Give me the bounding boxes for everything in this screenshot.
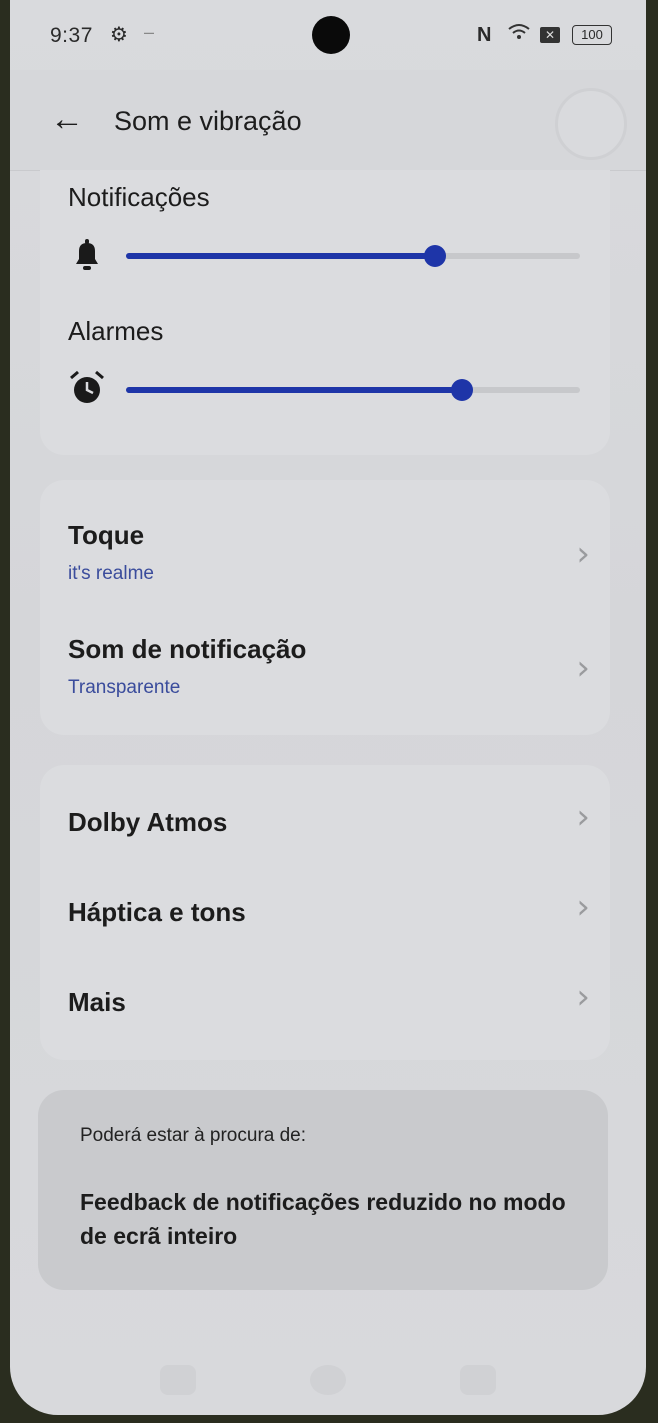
slider-fill [126, 253, 435, 259]
status-dash: – [144, 22, 155, 42]
suggestion-label: Poderá estar à procura de: [80, 1125, 307, 1146]
nav-home-hint [310, 1365, 346, 1395]
notification-x-icon: ✕ [540, 27, 560, 43]
suggestion-card: Poderá estar à procura de: Feedback de n… [38, 1090, 608, 1290]
volume-card: Notificações Alarmes [40, 170, 610, 455]
alarms-volume-slider[interactable] [126, 379, 580, 401]
notifications-label: Notificações [68, 182, 210, 212]
more-row[interactable]: Mais › [40, 957, 610, 1047]
nfc-icon: N [477, 24, 492, 46]
back-arrow-icon[interactable]: ← [50, 102, 84, 136]
haptics-row[interactable]: Háptica e tons › [40, 867, 610, 957]
sound-settings-card: Toque it's realme › Som de notificação T… [40, 480, 610, 735]
ringtone-subtitle: it's realme [68, 563, 154, 584]
nav-recents-hint [160, 1365, 196, 1395]
screen: 9:37 ⚙ – N ✕ 100 ← Som e vibração Notifi… [10, 0, 646, 1415]
dolby-atmos-title: Dolby Atmos [68, 807, 228, 837]
chevron-right-icon: › [576, 887, 590, 927]
header-action-circle[interactable] [555, 88, 627, 160]
suggestion-link[interactable]: Feedback de notificações reduzido no mod… [80, 1185, 590, 1253]
slider-thumb[interactable] [423, 245, 446, 267]
slider-fill [126, 387, 462, 393]
phone-frame: 9:37 ⚙ – N ✕ 100 ← Som e vibração Notifi… [0, 0, 658, 1423]
app-header: ← Som e vibração [10, 70, 646, 171]
chevron-right-icon: › [576, 977, 590, 1017]
nav-back-hint [460, 1365, 496, 1395]
notification-sound-subtitle: Transparente [68, 677, 181, 698]
chevron-right-icon: › [576, 534, 590, 574]
notification-sound-row[interactable]: Som de notificação Transparente › [40, 605, 610, 730]
front-camera [312, 16, 350, 54]
dolby-atmos-row[interactable]: Dolby Atmos › [40, 777, 610, 867]
ringtone-row[interactable]: Toque it's realme › [40, 480, 610, 605]
battery-icon: 100 [572, 25, 612, 45]
alarm-clock-icon [68, 369, 106, 407]
wifi-icon [507, 22, 531, 48]
chevron-right-icon: › [576, 648, 590, 688]
status-bar: 9:37 ⚙ – N ✕ 100 [10, 0, 646, 70]
ringtone-title: Toque [68, 520, 145, 550]
chevron-right-icon: › [576, 797, 590, 837]
gear-icon: ⚙ [110, 24, 128, 46]
status-time: 9:37 [50, 24, 93, 47]
slider-thumb[interactable] [450, 379, 473, 401]
notification-sound-title: Som de notificação [68, 634, 307, 664]
notifications-volume-slider[interactable] [126, 245, 580, 267]
more-settings-card: Dolby Atmos › Háptica e tons › Mais › [40, 765, 610, 1060]
bell-icon [68, 236, 106, 274]
haptics-title: Háptica e tons [68, 897, 246, 927]
more-title: Mais [68, 987, 126, 1017]
page-title: Som e vibração [114, 106, 302, 136]
alarms-label: Alarmes [68, 316, 164, 346]
